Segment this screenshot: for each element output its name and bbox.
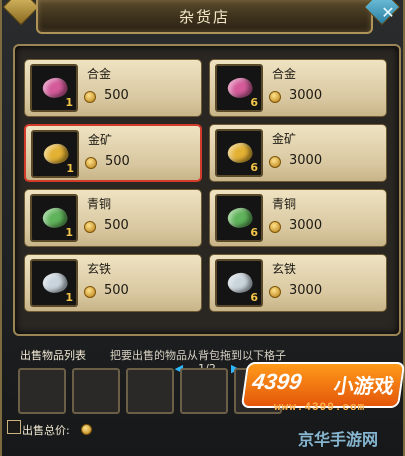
item-quantity: 1 [65,291,73,304]
coin-icon [269,156,281,168]
item-price: 3000 [289,153,323,168]
watermark-url: www.4399.com [274,402,366,414]
item-slot: 1 [31,130,79,178]
item-slot: 1 [30,194,78,242]
total-checkbox[interactable] [7,420,21,434]
total-price-label: 出售总价: [22,424,70,437]
item-price: 500 [104,218,129,233]
item-name: 金矿 [272,132,297,146]
item-slot: 6 [215,129,263,177]
item-slot: 1 [30,64,78,112]
item-price: 3000 [289,88,323,103]
item-quantity: 1 [65,226,73,239]
coin-icon [84,221,96,233]
item-name: 玄铁 [87,262,112,276]
sell-list-label: 出售物品列表 [20,349,86,362]
item-price: 500 [104,283,129,298]
shop-item-card[interactable]: 1 玄铁 500 [24,254,202,312]
item-price: 500 [105,154,130,169]
coin-icon [84,91,96,103]
coin-icon [269,286,281,298]
watermark-logo-text: 4399 [250,369,304,394]
sell-slot[interactable] [72,368,120,414]
shop-item-card[interactable]: 1 合金 500 [24,59,202,117]
item-slot: 1 [30,259,78,307]
coin-icon [85,157,97,169]
item-name: 金矿 [88,133,113,147]
sell-slot[interactable] [18,368,66,414]
coin-icon [269,221,281,233]
item-quantity: 6 [250,161,258,174]
item-name: 合金 [87,67,112,81]
shop-window: 杂货店 ✕ 1 合金 500 6 合金 3000 1 金矿 500 6 金矿 3000 1 青铜 500 6 青… [0,0,405,456]
item-name: 玄铁 [272,262,297,276]
item-name: 青铜 [272,197,297,211]
close-button[interactable]: ✕ [373,0,403,30]
corner-ornament-left [2,0,40,26]
close-icon: ✕ [381,3,395,22]
item-grid-panel: 1 合金 500 6 合金 3000 1 金矿 500 6 金矿 3000 1 青铜 500 6 青铜 3000 1… [13,44,401,375]
item-price: 3000 [289,218,323,233]
item-name: 青铜 [87,197,112,211]
item-name: 合金 [272,67,297,81]
shop-item-card[interactable]: 1 金矿 500 [24,124,202,182]
item-quantity: 6 [250,291,258,304]
item-quantity: 1 [65,96,73,109]
item-price: 500 [104,88,129,103]
watermark-site: 京华手游网 [298,430,379,449]
item-quantity: 6 [250,226,258,239]
item-slot: 6 [215,259,263,307]
shop-item-card[interactable]: 6 青铜 3000 [209,189,387,247]
sell-list-hint: 把要出售的物品从背包拖到以下格子 [110,349,286,362]
window-title: 杂货店 [178,8,230,26]
sell-slot[interactable] [126,368,174,414]
shop-item-card[interactable]: 6 玄铁 3000 [209,254,387,312]
item-price: 3000 [289,283,323,298]
sell-slot[interactable] [180,368,228,414]
item-quantity: 1 [66,162,74,175]
coin-icon [81,424,92,435]
item-slot: 6 [215,64,263,112]
item-quantity: 6 [250,96,258,109]
shop-item-card[interactable]: 6 金矿 3000 [209,124,387,182]
title-bar: 杂货店 [36,0,373,34]
coin-icon [269,91,281,103]
coin-icon [84,286,96,298]
watermark-logo-sub: 小游戏 [332,374,396,398]
shop-item-card[interactable]: 1 青铜 500 [24,189,202,247]
item-slot: 6 [215,194,263,242]
shop-item-card[interactable]: 6 合金 3000 [209,59,387,117]
